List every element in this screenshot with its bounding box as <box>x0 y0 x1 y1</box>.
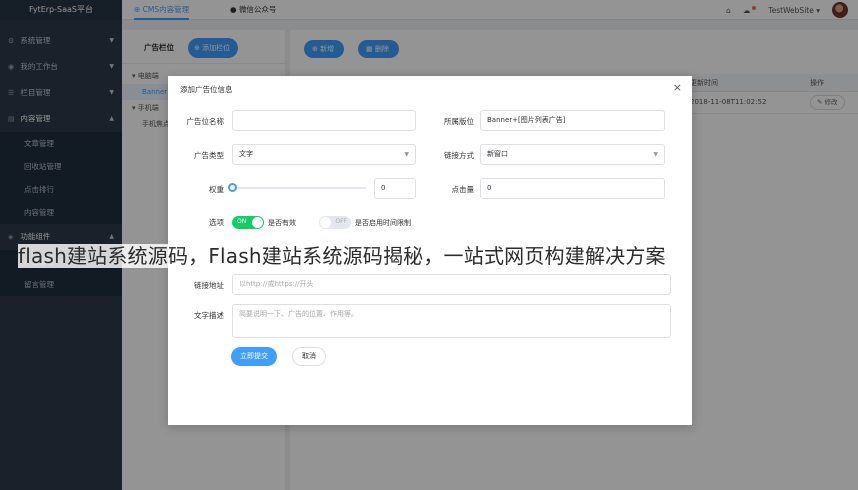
close-icon[interactable]: × <box>673 81 682 94</box>
watermark-caption: flash建站系统源码，Flash建站系统源码揭秘，一站式网页构建解决方案 <box>18 240 666 269</box>
slot-field[interactable]: Banner+[图片列表广告] <box>480 110 665 131</box>
valid-toggle[interactable]: ON <box>232 216 264 229</box>
watermark-text: flash建站系统源码，Flash建站系统源码揭秘，一站式网页构建解决方案 <box>18 244 666 268</box>
name-field[interactable] <box>232 110 416 131</box>
options-label: 选项 <box>209 218 224 227</box>
clicks-field[interactable]: 0 <box>480 178 665 199</box>
toggle-knob <box>320 217 331 228</box>
desc-label: 文字描述 <box>194 311 224 320</box>
weight-slider-handle[interactable] <box>228 183 237 192</box>
submit-button[interactable]: 立即提交 <box>231 347 277 366</box>
dialog-title: 添加广告位信息 <box>180 85 233 94</box>
name-label: 广告位名称 <box>186 117 225 126</box>
time-limit-toggle-label: 是否启用时间限制 <box>355 219 411 227</box>
link-mode-select[interactable]: 新窗口 ▼ <box>480 144 665 165</box>
valid-toggle-label: 是否有效 <box>268 219 296 227</box>
chevron-down-icon: ▼ <box>653 151 658 158</box>
toggle-text: ON <box>237 218 247 225</box>
cancel-button[interactable]: 取消 <box>292 347 326 366</box>
weight-slider-track[interactable] <box>232 187 366 189</box>
toggle-text: OFF <box>335 218 347 225</box>
type-select[interactable]: 文字 ▼ <box>232 144 416 165</box>
select-value: 文字 <box>239 150 253 158</box>
select-value: 新窗口 <box>487 150 508 158</box>
slot-label: 所属版位 <box>444 117 474 126</box>
chevron-down-icon: ▼ <box>404 151 409 158</box>
weight-label: 权重 <box>209 185 224 194</box>
type-label: 广告类型 <box>194 151 224 160</box>
toggle-knob <box>252 217 263 228</box>
weight-input[interactable]: 0 <box>374 178 416 199</box>
link-field[interactable]: 以http://或https://开头 <box>232 274 671 295</box>
desc-textarea[interactable]: 简要说明一下、广告的位置、作用等。 <box>232 304 671 338</box>
link-label: 链接地址 <box>194 281 224 290</box>
clicks-label: 点击量 <box>451 185 475 194</box>
link-mode-label: 链接方式 <box>444 151 474 160</box>
time-limit-toggle[interactable]: OFF <box>319 216 351 229</box>
